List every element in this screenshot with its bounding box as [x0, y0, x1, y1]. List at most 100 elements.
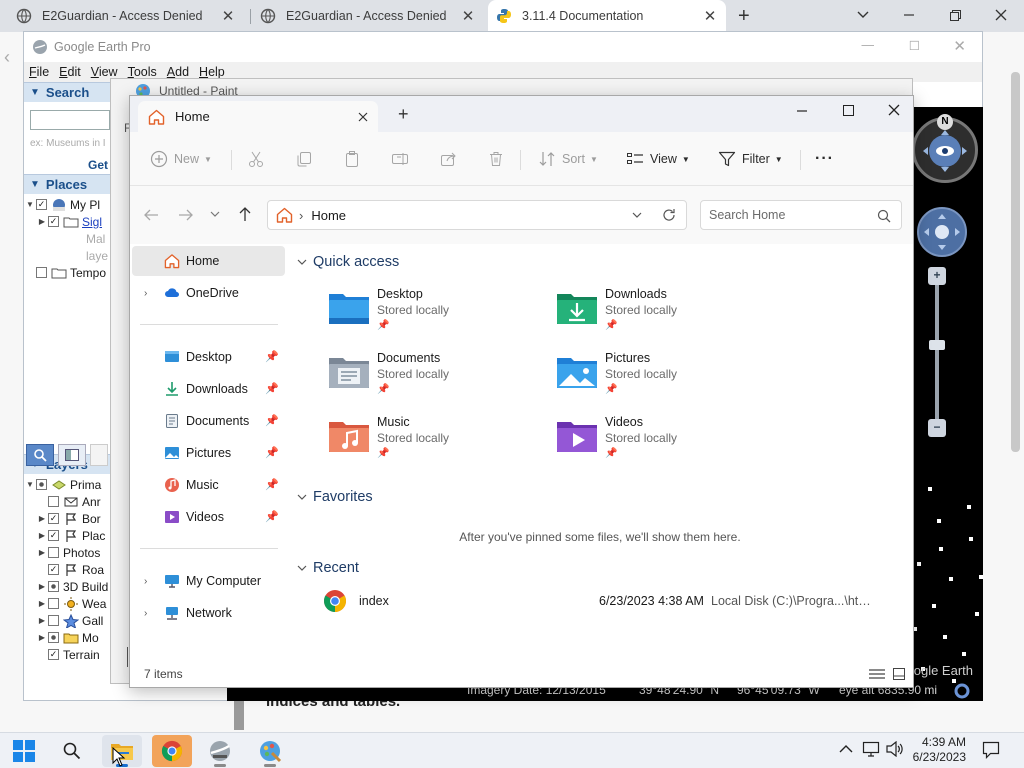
quick-access-music[interactable]: Music Stored locally 📌 — [327, 412, 547, 470]
expand-toggle-icon[interactable]: ▶ — [36, 582, 48, 591]
layer-checkbox[interactable] — [48, 581, 59, 592]
favorites-header[interactable]: Favorites — [297, 489, 373, 505]
up-arrow-icon[interactable] — [238, 206, 252, 222]
expand-chevron-icon[interactable]: › — [144, 608, 164, 619]
layer-row[interactable]: ▼ Prima — [24, 476, 112, 493]
layer-row[interactable]: ▶ ✓ Bor — [24, 510, 112, 527]
pin-icon[interactable]: 📌 — [265, 414, 279, 427]
layer-row[interactable]: ▶ Wea — [24, 595, 112, 612]
explorer-tab-home[interactable]: Home — [138, 101, 378, 132]
browser-close-button[interactable] — [978, 0, 1024, 30]
details-view-icon[interactable] — [869, 669, 885, 679]
layer-checkbox[interactable] — [48, 496, 59, 507]
layer-checkbox[interactable] — [48, 547, 59, 558]
ge-close-icon[interactable]: ✕ — [953, 37, 966, 55]
search-icon[interactable] — [877, 209, 891, 223]
nav-item-music[interactable]: Music 📌 — [132, 470, 285, 500]
expand-chevron-icon[interactable]: › — [144, 288, 164, 299]
quick-access-desktop[interactable]: Desktop Stored locally 📌 — [327, 284, 547, 342]
places-my-places[interactable]: ▼ ✓ My Pl — [24, 196, 112, 213]
menu-file[interactable]: File — [24, 65, 54, 79]
zoom-slider[interactable]: + − — [928, 267, 946, 439]
expand-toggle-icon[interactable]: ▶ — [36, 514, 48, 523]
explorer-maximize-button[interactable] — [836, 99, 860, 123]
layer-row[interactable]: ▶ Mo — [24, 629, 112, 646]
pin-icon[interactable]: 📌 — [265, 350, 279, 363]
explorer-new-tab-button[interactable]: + — [398, 104, 409, 125]
collapse-chevron-icon[interactable] — [297, 565, 307, 572]
places-extra-button[interactable] — [90, 444, 108, 466]
expand-toggle-icon[interactable]: ▼ — [24, 480, 36, 489]
quick-access-pictures[interactable]: Pictures Stored locally 📌 — [555, 348, 775, 406]
nav-item-my-computer[interactable]: › My Computer — [132, 566, 285, 596]
expand-toggle-icon[interactable]: ▶ — [36, 548, 48, 557]
taskbar-google-earth[interactable] — [200, 735, 240, 767]
move-pan-control[interactable] — [917, 207, 967, 257]
share-icon[interactable] — [439, 150, 457, 168]
collapse-chevron-icon[interactable] — [297, 259, 307, 266]
layer-row[interactable]: ▶ ✓ Plac — [24, 527, 112, 544]
taskbar-search-button[interactable] — [52, 735, 92, 767]
layer-checkbox[interactable]: ✓ — [48, 649, 59, 660]
layer-checkbox[interactable] — [48, 615, 59, 626]
filter-button[interactable]: Filter ▼ — [718, 148, 783, 170]
menu-view[interactable]: View — [86, 65, 123, 79]
recent-file-row[interactable]: index 6/23/2023 4:38 AM Local Disk (C:)\… — [323, 588, 909, 614]
layer-checkbox[interactable]: ✓ — [48, 530, 59, 541]
explorer-minimize-button[interactable] — [790, 99, 814, 123]
start-button[interactable] — [4, 735, 44, 767]
ge-search-get-button[interactable]: Get — [88, 158, 108, 172]
pin-icon[interactable]: 📌 — [265, 510, 279, 523]
taskbar-chrome[interactable] — [152, 735, 192, 767]
browser-tab-2[interactable]: E2Guardian - Access Denied ✕ — [252, 0, 484, 32]
close-tab-icon[interactable]: ✕ — [220, 7, 236, 25]
nav-item-onedrive[interactable]: › OneDrive — [132, 278, 285, 308]
nav-item-home[interactable]: Home — [132, 246, 285, 276]
delete-icon[interactable] — [487, 150, 505, 168]
places-panel-header[interactable]: ▼ Places — [24, 174, 112, 194]
ge-search-input[interactable] — [30, 110, 110, 130]
new-tab-button[interactable]: + — [738, 5, 750, 28]
layer-row[interactable]: ▶ Gall — [24, 612, 112, 629]
address-bar[interactable]: › Home — [267, 200, 687, 230]
expand-toggle-icon[interactable]: ▶ — [36, 531, 48, 540]
copy-icon[interactable] — [295, 150, 313, 168]
layer-row[interactable]: ▶ Photos — [24, 544, 112, 561]
nav-item-documents[interactable]: Documents 📌 — [132, 406, 285, 436]
paste-icon[interactable] — [343, 150, 361, 168]
view-button[interactable]: View ▼ — [626, 148, 690, 170]
search-home-field[interactable]: Search Home — [700, 200, 902, 230]
recent-locations-chevron-icon[interactable] — [210, 211, 220, 218]
layer-row[interactable]: ✓ Terrain — [24, 646, 112, 663]
nav-item-network[interactable]: › Network — [132, 598, 285, 628]
menu-edit[interactable]: Edit — [54, 65, 86, 79]
browser-restore-button[interactable] — [932, 0, 978, 30]
nav-item-videos[interactable]: Videos 📌 — [132, 502, 285, 532]
back-arrow-icon[interactable] — [143, 208, 159, 222]
refresh-icon[interactable] — [662, 208, 676, 222]
look-compass-control[interactable]: N — [912, 114, 978, 183]
taskbar-paint[interactable] — [250, 735, 290, 767]
pin-icon[interactable]: 📌 — [265, 478, 279, 491]
expand-chevron-icon[interactable]: › — [144, 576, 164, 587]
ge-minimize-icon[interactable]: — — [862, 38, 875, 52]
recent-header[interactable]: Recent — [297, 560, 359, 576]
expand-toggle-icon[interactable]: ▶ — [36, 616, 48, 625]
ge-maximize-icon[interactable]: ☐ — [909, 38, 920, 53]
sidebar-toggle-button[interactable] — [58, 444, 86, 466]
search-panel-header[interactable]: ▼ Search — [24, 82, 112, 102]
collapse-chevron-icon[interactable] — [297, 494, 307, 501]
pin-icon[interactable]: 📌 — [265, 446, 279, 459]
close-tab-icon[interactable]: ✕ — [702, 7, 718, 25]
places-temporary[interactable]: Tempo — [24, 264, 112, 281]
rename-icon[interactable] — [391, 150, 409, 168]
expand-toggle-icon[interactable]: ▶ — [36, 599, 48, 608]
system-clock[interactable]: 4:39 AM 6/23/2023 — [896, 735, 966, 765]
layer-checkbox[interactable] — [48, 632, 59, 643]
quick-access-header[interactable]: Quick access — [297, 254, 399, 270]
zoom-out-button[interactable]: − — [928, 419, 946, 437]
tab-search-chevron-icon[interactable] — [840, 0, 886, 30]
notifications-icon[interactable] — [982, 741, 1000, 759]
browser-tab-1[interactable]: E2Guardian - Access Denied ✕ — [8, 0, 244, 32]
cut-icon[interactable] — [247, 150, 265, 168]
